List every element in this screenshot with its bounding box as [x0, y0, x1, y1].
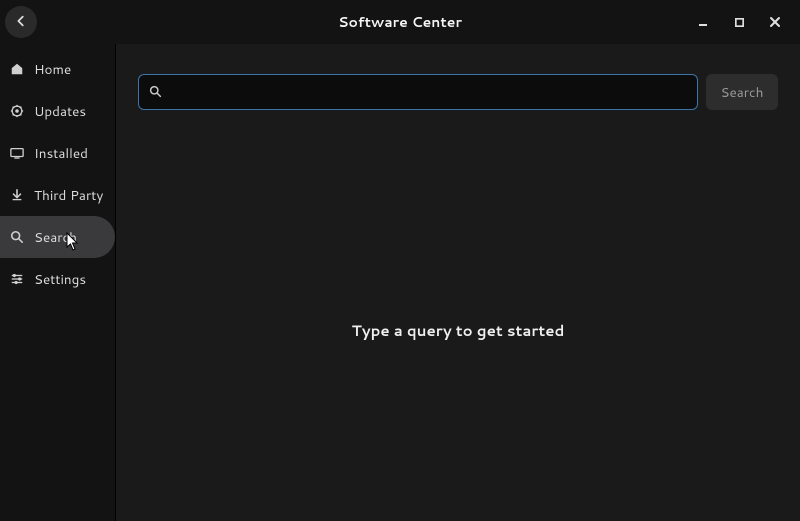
maximize-icon	[734, 11, 745, 34]
content-area: Home Updates Installed Third Party Searc	[0, 44, 800, 521]
gear-icon	[10, 104, 24, 118]
back-arrow-icon	[14, 11, 28, 34]
close-icon	[769, 11, 781, 34]
search-row: Search	[138, 74, 777, 110]
close-button[interactable]	[766, 13, 784, 31]
search-icon	[149, 81, 162, 104]
search-button[interactable]: Search	[706, 74, 777, 110]
sidebar-item-home[interactable]: Home	[0, 48, 115, 90]
sidebar: Home Updates Installed Third Party Searc	[0, 44, 116, 521]
minimize-icon	[697, 11, 709, 34]
sidebar-item-label: Home	[34, 60, 71, 79]
sidebar-item-third-party[interactable]: Third Party	[0, 174, 115, 216]
sidebar-item-label: Updates	[34, 102, 86, 121]
maximize-button[interactable]	[730, 13, 748, 31]
search-box[interactable]	[138, 74, 698, 110]
sidebar-item-installed[interactable]: Installed	[0, 132, 115, 174]
search-button-label: Search	[720, 83, 763, 102]
minimize-button[interactable]	[694, 13, 712, 31]
download-icon	[10, 188, 24, 202]
home-icon	[10, 62, 24, 76]
empty-state-text: Type a query to get started	[352, 320, 565, 341]
window-title: Software Center	[0, 12, 800, 32]
back-button[interactable]	[5, 6, 37, 38]
main-panel: Search Type a query to get started	[116, 44, 800, 521]
search-icon	[10, 230, 24, 244]
sidebar-item-label: Installed	[34, 144, 88, 163]
window-controls	[694, 13, 800, 31]
titlebar: Software Center	[0, 0, 800, 44]
sliders-icon	[10, 272, 24, 286]
sidebar-item-settings[interactable]: Settings	[0, 258, 115, 300]
sidebar-item-updates[interactable]: Updates	[0, 90, 115, 132]
search-input[interactable]	[170, 85, 687, 100]
monitor-icon	[10, 146, 24, 160]
sidebar-item-label: Search	[34, 228, 77, 247]
sidebar-item-label: Third Party	[34, 186, 103, 205]
sidebar-item-label: Settings	[34, 270, 86, 289]
sidebar-item-search[interactable]: Search	[0, 216, 115, 258]
